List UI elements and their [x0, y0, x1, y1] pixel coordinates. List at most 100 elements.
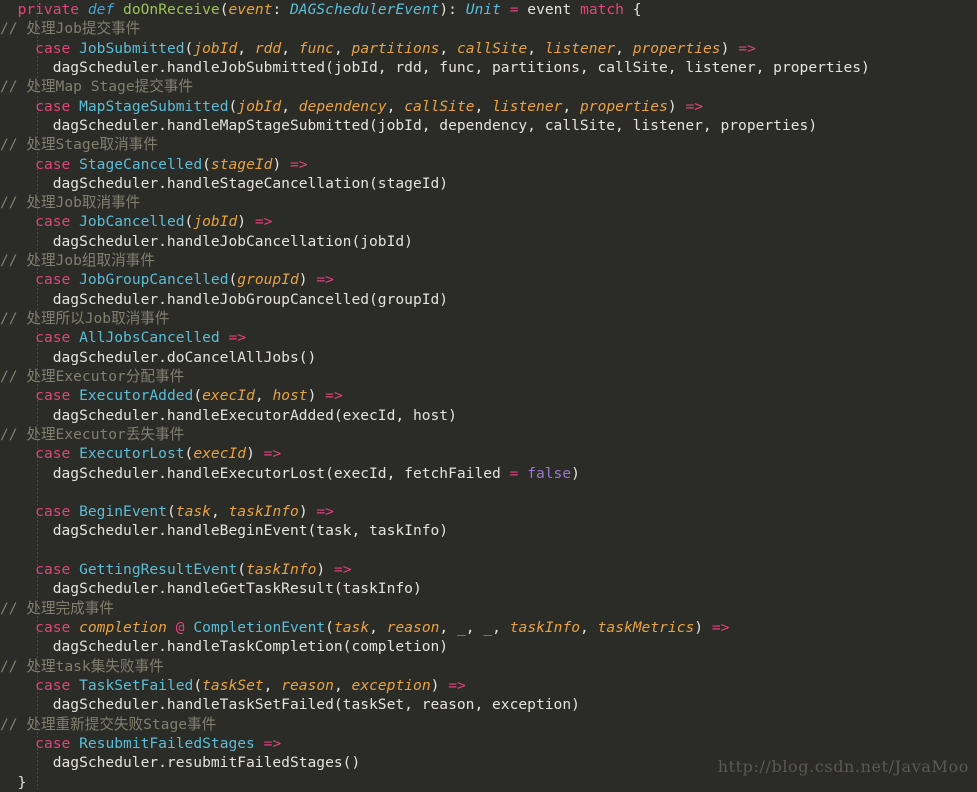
code-token-pun: ): [237, 213, 255, 231]
code-token-pun: [0, 213, 35, 230]
code-token-pun: ,: [474, 97, 493, 115]
code-token-typ: GettingResultEvent: [79, 561, 238, 579]
code-line: case TaskSetFailed(taskSet, reason, exce…: [0, 676, 977, 695]
code-token-cmt: // 处理task集失败事件: [0, 657, 164, 675]
code-token-pun: [70, 98, 79, 115]
code-token-pun: [70, 156, 79, 173]
code-token-par: callSite: [404, 97, 475, 115]
code-token-pun: (: [325, 619, 334, 636]
code-token-kw: case: [35, 213, 71, 231]
code-token-kw: =>: [263, 734, 282, 752]
code-line: case JobGroupCancelled(groupId) =>: [0, 270, 977, 289]
code-token-kw: case: [35, 503, 71, 521]
code-token-pun: ,: [281, 39, 299, 57]
code-token-pun: ,: [615, 39, 633, 57]
code-token-pun: ,: [281, 97, 299, 115]
code-token-kw: =>: [738, 39, 756, 57]
code-token-pun: ,: [439, 39, 457, 57]
code-token-typ: ExecutorLost: [79, 445, 185, 463]
code-line: // 处理重新提交失败Stage事件: [0, 715, 977, 734]
code-line: case ExecutorLost(execId) =>: [0, 444, 977, 463]
code-line: // 处理Job组取消事件: [0, 251, 977, 270]
code-token-pun: [70, 503, 79, 520]
code-token-pun: [70, 735, 79, 752]
code-token-typ: TaskSetFailed: [79, 676, 194, 694]
code-token-pun: [70, 445, 79, 462]
code-token-kwi: def: [87, 1, 115, 18]
code-token-typ: ExecutorAdded: [79, 387, 194, 405]
code-token-pun: (: [219, 1, 229, 18]
code-token-pun: ,: [369, 619, 387, 636]
code-token-pun: [0, 503, 35, 520]
code-token-txt: dagScheduler.handleJobSubmitted(jobId, r…: [0, 58, 870, 76]
code-line: dagScheduler.handleJobSubmitted(jobId, r…: [0, 58, 977, 77]
code-token-pun: [70, 213, 79, 230]
code-token-pun: (: [202, 155, 211, 173]
code-editor-pane[interactable]: private def doOnReceive(event: DAGSchedu…: [0, 0, 977, 792]
code-token-pun: [167, 619, 176, 636]
code-token-par: jobId: [193, 213, 238, 231]
code-token-pun: [0, 98, 35, 115]
code-token-kw: =>: [325, 387, 343, 405]
code-token-pun: ,: [465, 619, 484, 636]
code-token-cmt: // 处理重新提交失败Stage事件: [0, 715, 217, 733]
code-token-cmt: // 处理完成事件: [0, 599, 114, 617]
code-token-cmt: // 处理Stage取消事件: [0, 136, 158, 154]
code-token-par: event: [228, 1, 273, 18]
code-token-kw: @: [175, 619, 185, 636]
code-line: case AllJobsCancelled =>: [0, 328, 977, 347]
code-line: case ResubmitFailedStages =>: [0, 734, 977, 753]
code-line: case StageCancelled(stageId) =>: [0, 155, 977, 174]
code-token-txt: dagScheduler.handleStageCancellation(sta…: [0, 174, 449, 192]
code-token-pun: ): [307, 387, 326, 405]
code-token-typ: MapStageSubmitted: [79, 97, 229, 115]
code-token-pun: (: [193, 676, 203, 694]
code-token-fn: doOnReceive: [123, 1, 220, 18]
code-line: case JobSubmitted(jobId, rdd, func, part…: [0, 39, 977, 58]
code-token-par: partitions: [351, 39, 440, 57]
code-token-txt: dagScheduler.handleMapStageSubmitted(job…: [0, 116, 818, 134]
source-code-block[interactable]: private def doOnReceive(event: DAGSchedu…: [0, 0, 977, 792]
code-token-txt: dagScheduler.handleTaskCompletion(comple…: [0, 638, 449, 656]
code-token-kw: =>: [316, 503, 334, 521]
code-token-typ: AllJobsCancelled: [79, 329, 220, 347]
code-token-pun: [0, 619, 35, 636]
code-line: case JobCancelled(jobId) =>: [0, 212, 977, 231]
code-token-kw: case: [35, 329, 71, 347]
code-token-pun: [70, 271, 79, 288]
code-token-pun: ):: [439, 1, 466, 18]
code-token-pun: (: [237, 561, 247, 579]
code-token-txt: dagScheduler.handleJobCancellation(jobId…: [0, 232, 413, 250]
code-token-kw: case: [35, 39, 71, 57]
code-token-pun: ,: [439, 619, 457, 636]
code-token-pun: {: [623, 1, 642, 18]
code-token-kw: =>: [316, 271, 334, 289]
code-token-pun: [0, 735, 35, 752]
code-token-par: callSite: [456, 39, 528, 57]
code-line: // 处理Job提交事件: [0, 19, 977, 38]
code-line: // 处理所以Job取消事件: [0, 309, 977, 328]
code-token-kw: =>: [685, 97, 704, 115]
code-token-pun: :: [272, 1, 291, 18]
code-token-par: reason: [386, 619, 440, 636]
code-token-kw: case: [35, 271, 71, 289]
code-token-typ: CompletionEvent: [193, 619, 326, 636]
code-token-par: taskInfo: [509, 619, 581, 636]
code-token-kw: =>: [263, 445, 282, 463]
code-token-pun: [0, 561, 35, 578]
code-line: dagScheduler.handleMapStageSubmitted(job…: [0, 116, 977, 135]
code-token-par: properties: [632, 39, 721, 57]
code-token-pun: ,: [333, 676, 352, 694]
code-token-par: taskInfo: [246, 561, 317, 579]
code-token-kw: =>: [228, 329, 247, 347]
code-token-txt: dagScheduler.resubmitFailedStages(): [0, 754, 361, 772]
code-token-kw: =>: [290, 155, 308, 173]
code-token-par: listener: [492, 97, 563, 115]
code-token-pun: ,: [237, 39, 255, 57]
code-token-kw: case: [35, 676, 71, 694]
code-line: case BeginEvent(task, taskInfo) =>: [0, 502, 977, 521]
code-token-pun: [0, 387, 35, 404]
code-token-kw: case: [35, 561, 71, 579]
code-token-typ: ResubmitFailedStages: [79, 734, 255, 752]
